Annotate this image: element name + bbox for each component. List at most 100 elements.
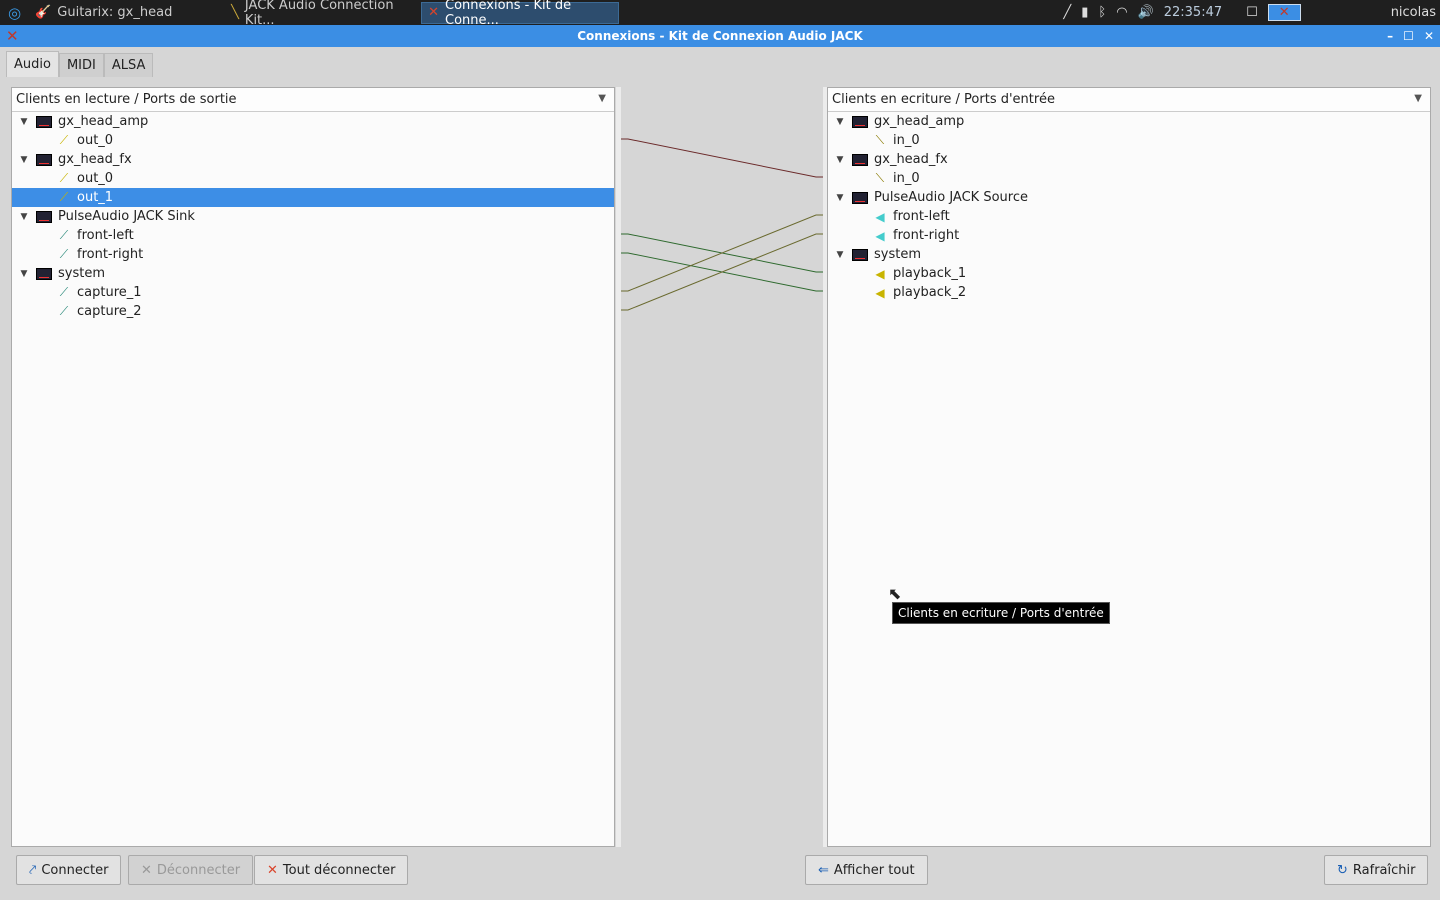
port-row[interactable]: ⟋ out_0 — [12, 131, 614, 150]
disconnect-button[interactable]: ✕ Déconnecter — [128, 855, 254, 885]
speaker-icon: ◀ — [875, 209, 885, 224]
jack-plug-icon: ⟋ — [59, 247, 69, 261]
disconnect-all-icon: ✕ — [267, 862, 278, 878]
jack-plug-icon: ⟋ — [59, 228, 69, 242]
port-name: capture_1 — [77, 285, 142, 300]
client-icon — [852, 191, 868, 204]
expand-arrow-icon[interactable]: ▼ — [828, 117, 852, 127]
menu-icon[interactable]: ◎ — [0, 4, 29, 22]
port-row[interactable]: ⟋ out_1 — [12, 188, 614, 207]
jack-tray-icon[interactable]: ✕ — [1267, 4, 1301, 21]
jack-icon: ✕ — [428, 5, 439, 20]
user-name[interactable]: nicolas — [1391, 5, 1436, 20]
connect-button[interactable]: ⤤ Connecter — [16, 855, 122, 885]
input-ports-header[interactable]: Clients en ecriture / Ports d'entrée ▼ — [828, 88, 1430, 112]
output-ports-tree[interactable]: Clients en lecture / Ports de sortie ▼ ▼ g… — [11, 87, 615, 847]
tab-midi[interactable]: MIDI — [58, 53, 104, 77]
speaker-icon: ◀ — [875, 228, 885, 243]
disconnect-all-button[interactable]: ✕ Tout déconnecter — [254, 855, 409, 885]
client-row[interactable]: ▼ PulseAudio JACK Sink — [12, 207, 614, 226]
client-row[interactable]: ▼ PulseAudio JACK Source — [828, 188, 1430, 207]
client-name: system — [874, 247, 921, 262]
plug-icon: ⟋ — [59, 171, 69, 185]
plug-icon: ⟋ — [59, 190, 69, 204]
port-row[interactable]: ◀ front-left — [828, 207, 1430, 226]
client-row[interactable]: ▼ system — [828, 245, 1430, 264]
window-titlebar: ✕ Connexions - Kit de Connexion Audio JA… — [0, 25, 1440, 47]
maximize-button[interactable]: ☐ — [1403, 25, 1414, 47]
client-icon — [36, 115, 52, 128]
client-row[interactable]: ▼ system — [12, 264, 614, 283]
tab-audio[interactable]: Audio — [6, 51, 59, 77]
expand-all-button[interactable]: ⇐ Afficher tout — [805, 855, 928, 885]
disconnect-icon: ✕ — [141, 862, 152, 878]
port-row[interactable]: ⟋ front-right — [12, 245, 614, 264]
port-row[interactable]: ⟋ front-left — [12, 226, 614, 245]
port-name: front-right — [77, 247, 144, 262]
chevron-down-icon[interactable]: ▼ — [1414, 93, 1422, 104]
client-row[interactable]: ▼ gx_head_fx — [828, 150, 1430, 169]
connections-canvas — [616, 87, 828, 847]
tooltip: Clients en ecriture / Ports d'entrée — [892, 602, 1110, 624]
battery-icon[interactable]: ▮ — [1081, 5, 1088, 20]
task-connections[interactable]: ✕ Connexions - Kit de Conne... — [421, 0, 620, 28]
desktop-icon[interactable]: ☐ — [1246, 5, 1258, 20]
port-name: in_0 — [893, 133, 920, 148]
port-row[interactable]: ⟍ in_0 — [828, 169, 1430, 188]
expand-arrow-icon[interactable]: ▼ — [12, 155, 36, 165]
connect-icon: ⤤ — [29, 862, 37, 878]
refresh-icon: ↻ — [1337, 862, 1348, 878]
port-row[interactable]: ⟋ capture_1 — [12, 283, 614, 302]
task-jack[interactable]: ╲ JACK Audio Connection Kit... — [225, 0, 421, 28]
connection-line — [621, 233, 823, 311]
expand-arrow-icon[interactable]: ▼ — [828, 155, 852, 165]
expand-arrow-icon[interactable]: ▼ — [12, 212, 36, 222]
port-row[interactable]: ◀ playback_1 — [828, 264, 1430, 283]
system-tray: ╱ ▮ ᛒ ◠ 🔊 22:35:47 ☐ ✕ nicolas — [1063, 0, 1440, 25]
client-icon — [852, 153, 868, 166]
port-row[interactable]: ⟋ capture_2 — [12, 302, 614, 321]
bluetooth-icon[interactable]: ᛒ — [1098, 5, 1106, 20]
clock[interactable]: 22:35:47 — [1164, 5, 1222, 20]
task-guitarix[interactable]: 🎸 Guitarix: gx_head — [29, 2, 225, 24]
port-name: front-left — [77, 228, 134, 243]
port-row[interactable]: ⟍ in_0 — [828, 131, 1430, 150]
expand-arrow-icon[interactable]: ▼ — [12, 117, 36, 127]
client-row[interactable]: ▼ gx_head_amp — [12, 112, 614, 131]
client-name: gx_head_amp — [874, 114, 965, 129]
port-row[interactable]: ◀ playback_2 — [828, 283, 1430, 302]
guitar-icon: 🎸 — [35, 5, 52, 20]
output-ports-header[interactable]: Clients en lecture / Ports de sortie ▼ — [12, 88, 614, 112]
minimize-button[interactable]: – — [1387, 25, 1393, 47]
expand-arrow-icon[interactable]: ▼ — [828, 250, 852, 260]
mouse-cursor-icon: ⬉ — [888, 584, 902, 603]
refresh-button[interactable]: ↻ Rafraîchir — [1324, 855, 1429, 885]
port-row[interactable]: ◀ front-right — [828, 226, 1430, 245]
guitar-tray-icon[interactable]: ╱ — [1063, 5, 1071, 20]
chevron-down-icon[interactable]: ▼ — [598, 93, 606, 104]
expand-arrow-icon[interactable]: ▼ — [828, 193, 852, 203]
client-icon — [852, 248, 868, 261]
client-row[interactable]: ▼ gx_head_amp — [828, 112, 1430, 131]
tab-bar: Audio MIDI ALSA — [6, 51, 154, 77]
port-name: front-left — [893, 209, 950, 224]
port-row[interactable]: ⟋ out_0 — [12, 169, 614, 188]
input-ports-tree[interactable]: Clients en ecriture / Ports d'entrée ▼ ▼ g… — [827, 87, 1431, 847]
window-title: Connexions - Kit de Connexion Audio JACK — [577, 29, 863, 43]
tab-alsa[interactable]: ALSA — [103, 53, 154, 77]
speaker-icon: ◀ — [875, 266, 885, 281]
port-name: capture_2 — [77, 304, 142, 319]
wifi-icon[interactable]: ◠ — [1116, 5, 1127, 20]
client-row[interactable]: ▼ gx_head_fx — [12, 150, 614, 169]
client-name: gx_head_fx — [58, 152, 132, 167]
plug-icon: ⟍ — [875, 171, 885, 185]
port-name: out_0 — [77, 133, 114, 148]
client-icon — [36, 153, 52, 166]
expand-arrow-icon[interactable]: ▼ — [12, 269, 36, 279]
port-name: front-right — [893, 228, 960, 243]
jack-plug-icon: ⟋ — [59, 285, 69, 299]
volume-icon[interactable]: 🔊 — [1138, 5, 1154, 20]
close-button[interactable]: ✕ — [1424, 25, 1434, 47]
port-name: playback_2 — [893, 285, 967, 300]
speaker-icon: ◀ — [875, 285, 885, 300]
